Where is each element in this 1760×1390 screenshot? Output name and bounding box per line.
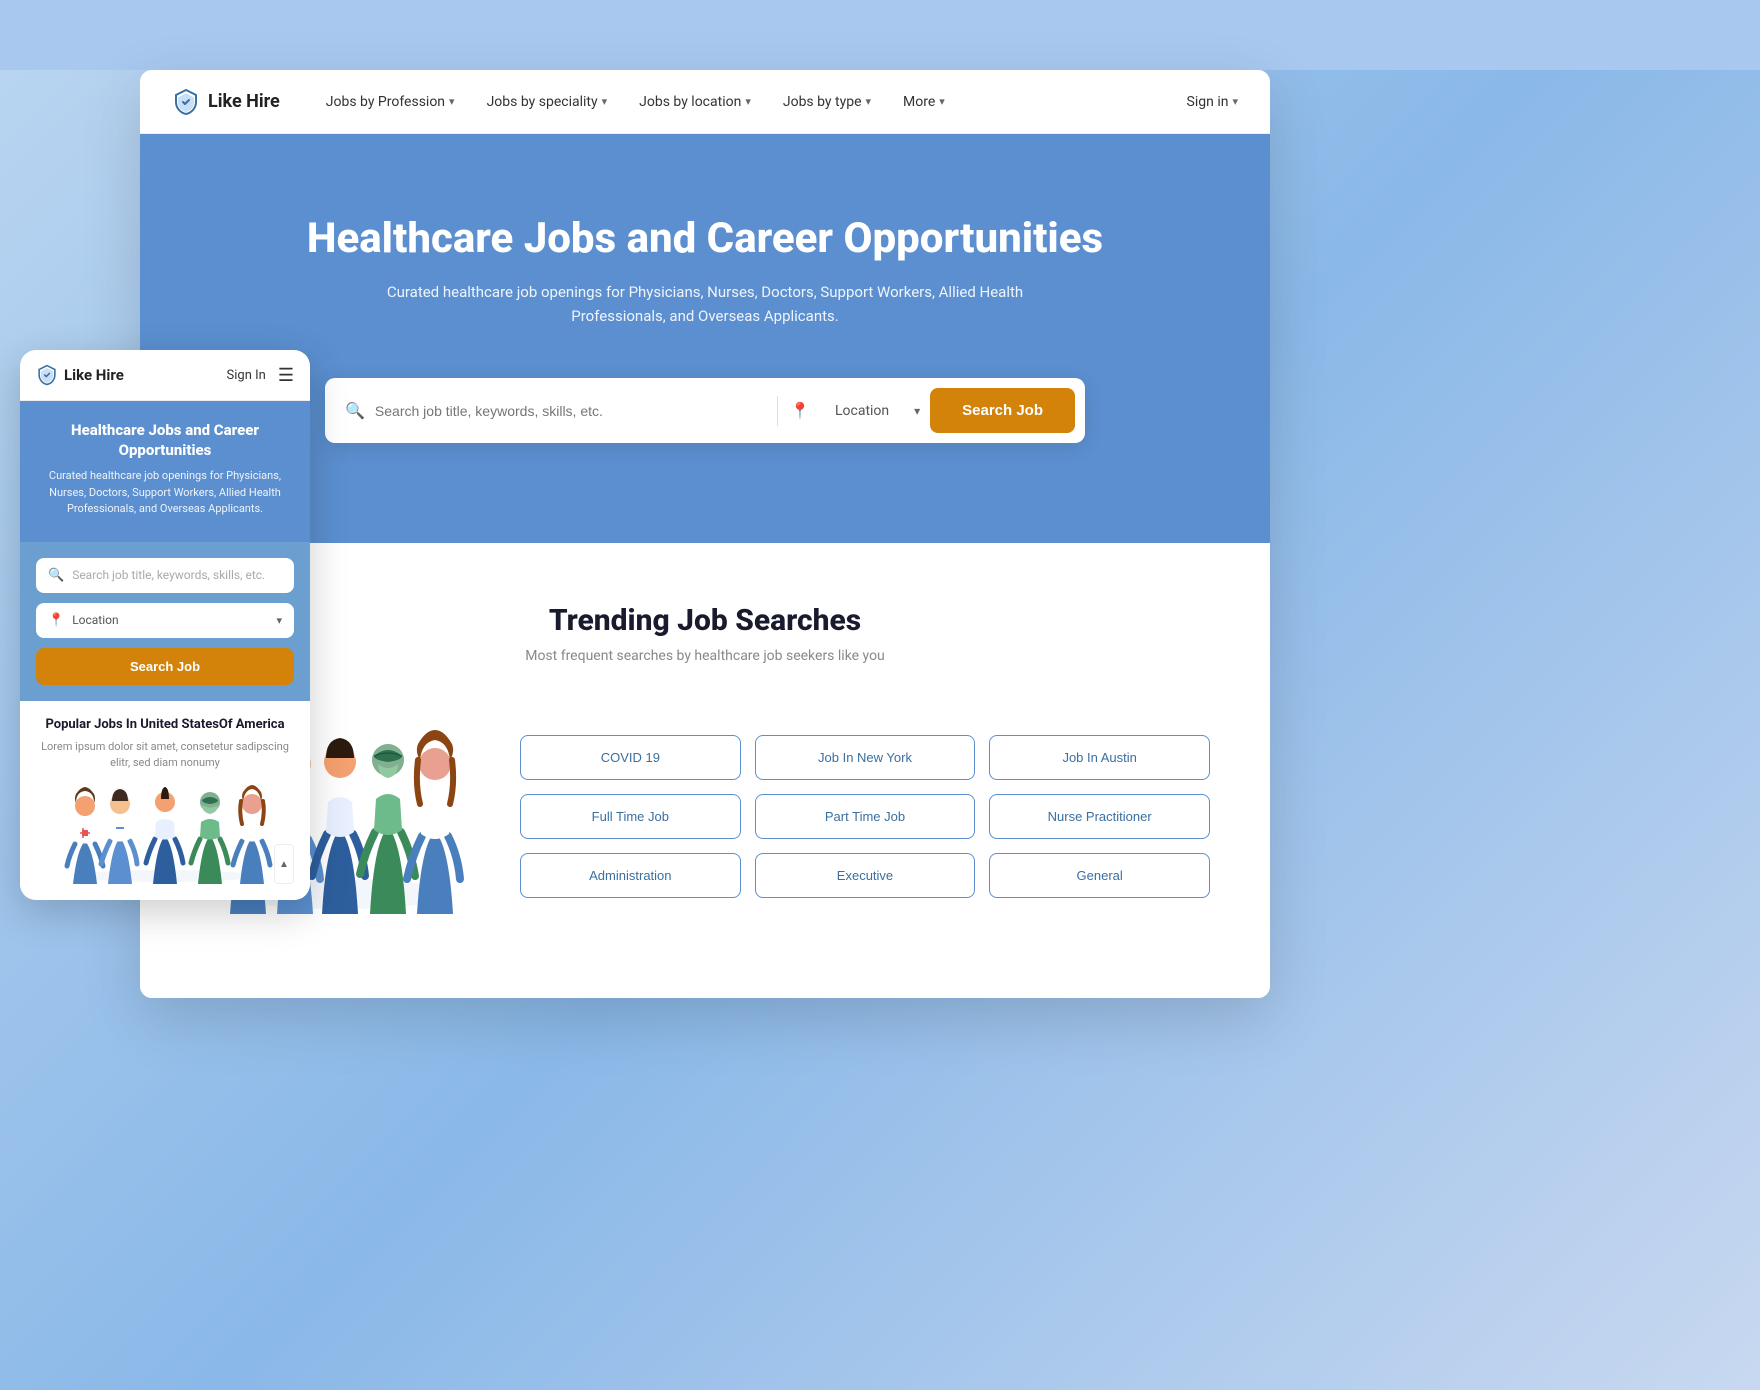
nav-item-profession[interactable]: Jobs by Profession ▾	[312, 86, 469, 118]
navbar: Like Hire Jobs by Profession ▾ Jobs by s…	[140, 70, 1270, 134]
trending-content: COVID 19 Job In New York Job In Austin F…	[200, 714, 1210, 918]
mobile-popular-title: Popular Jobs In United StatesOf America	[36, 717, 294, 734]
hero-title: Healthcare Jobs and Career Opportunities	[200, 214, 1210, 264]
chevron-down-icon: ▾	[602, 95, 608, 108]
trending-subtitle: Most frequent searches by healthcare job…	[200, 648, 1210, 664]
tag-general[interactable]: General	[989, 853, 1210, 898]
mobile-popular-subtitle: Lorem ipsum dolor sit amet, consetetur s…	[36, 739, 294, 770]
mobile-workers-area: ▲	[36, 784, 294, 884]
mobile-logo-icon	[36, 364, 58, 386]
mobile-nav-right: Sign In ☰	[227, 365, 294, 386]
divider	[777, 396, 778, 426]
tag-nurse-practitioner[interactable]: Nurse Practitioner	[989, 794, 1210, 839]
hero-subtitle: Curated healthcare job openings for Phys…	[365, 280, 1045, 328]
chevron-down-icon: ▾	[449, 95, 455, 108]
search-bar: 🔍 📍 Location ▾ Search Job	[325, 378, 1085, 443]
search-input[interactable]	[375, 403, 765, 419]
nav-item-type[interactable]: Jobs by type ▾	[769, 86, 885, 118]
location-select[interactable]: 📍 Location ▾	[790, 401, 920, 420]
location-text: Location	[818, 403, 906, 419]
chevron-down-icon: ▾	[276, 614, 282, 627]
mobile-search-button[interactable]: Search Job	[36, 648, 294, 685]
mobile-location-select[interactable]: 📍 Location ▾	[36, 603, 294, 638]
search-button[interactable]: Search Job	[930, 388, 1075, 433]
location-icon: 📍	[48, 613, 64, 628]
nav-item-more[interactable]: More ▾	[889, 86, 959, 118]
logo-icon	[172, 88, 200, 116]
nav-links: Jobs by Profession ▾ Jobs by speciality …	[312, 86, 1187, 118]
mobile-window: Like Hire Sign In ☰ Healthcare Jobs and …	[20, 350, 310, 900]
mobile-search-input: Search job title, keywords, skills, etc.	[72, 568, 265, 582]
tag-administration[interactable]: Administration	[520, 853, 741, 898]
mobile-logo[interactable]: Like Hire	[36, 364, 124, 386]
mobile-hero: Healthcare Jobs and Career Opportunities…	[20, 401, 310, 542]
nav-item-location[interactable]: Jobs by location ▾	[625, 86, 765, 118]
tag-covid19[interactable]: COVID 19	[520, 735, 741, 780]
logo-text: Like Hire	[208, 91, 280, 112]
mobile-location-text: Location	[72, 613, 268, 627]
tag-part-time[interactable]: Part Time Job	[755, 794, 976, 839]
search-icon: 🔍	[345, 401, 365, 420]
chevron-down-icon: ▾	[914, 404, 920, 418]
nav-item-speciality[interactable]: Jobs by speciality ▾	[473, 86, 622, 118]
trending-title: Trending Job Searches	[200, 603, 1210, 638]
tag-executive[interactable]: Executive	[755, 853, 976, 898]
chevron-down-icon: ▾	[745, 95, 751, 108]
chevron-down-icon: ▾	[1232, 95, 1238, 108]
mobile-hero-title: Healthcare Jobs and Career Opportunities	[36, 421, 294, 460]
mobile-search-area: 🔍 Search job title, keywords, skills, et…	[20, 542, 310, 701]
mobile-signin-button[interactable]: Sign In	[227, 368, 266, 383]
mobile-navbar: Like Hire Sign In ☰	[20, 350, 310, 401]
trending-tags-grid: COVID 19 Job In New York Job In Austin F…	[520, 735, 1210, 898]
chevron-down-icon: ▾	[866, 95, 872, 108]
tag-job-austin[interactable]: Job In Austin	[989, 735, 1210, 780]
location-icon: 📍	[790, 401, 810, 420]
mobile-popular-section: Popular Jobs In United StatesOf America …	[20, 701, 310, 901]
hamburger-icon[interactable]: ☰	[278, 365, 294, 386]
search-input-wrap: 🔍	[345, 401, 765, 420]
mobile-hero-subtitle: Curated healthcare job openings for Phys…	[36, 468, 294, 518]
signin-button[interactable]: Sign in ▾	[1187, 94, 1238, 110]
mobile-search-input-wrap[interactable]: 🔍 Search job title, keywords, skills, et…	[36, 558, 294, 593]
logo[interactable]: Like Hire	[172, 88, 280, 116]
mobile-workers-illustration	[55, 784, 275, 884]
tag-full-time[interactable]: Full Time Job	[520, 794, 741, 839]
search-icon: 🔍	[48, 568, 64, 583]
mobile-logo-text: Like Hire	[64, 366, 124, 384]
tag-job-new-york[interactable]: Job In New York	[755, 735, 976, 780]
scroll-indicator[interactable]: ▲	[274, 844, 294, 884]
chevron-down-icon: ▾	[939, 95, 945, 108]
